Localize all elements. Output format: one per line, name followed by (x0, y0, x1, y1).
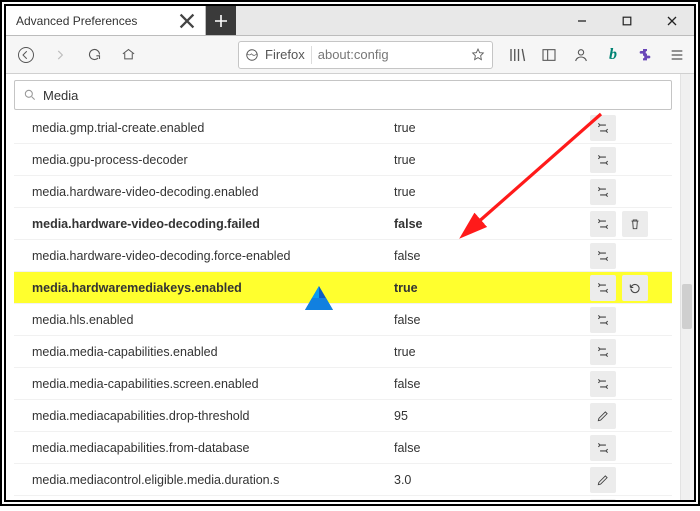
pref-name: media.hardwaremediakeys.enabled (14, 281, 394, 295)
search-query: Media (43, 88, 78, 103)
pref-value: 3.0 (394, 473, 590, 487)
bookmark-star-icon[interactable] (470, 47, 486, 63)
account-icon[interactable] (570, 44, 592, 66)
pref-name: media.gmp.trial-create.enabled (14, 121, 394, 135)
pref-row: media.hardwaremediakeys.enabledtrue (14, 272, 672, 304)
new-tab-button[interactable] (206, 6, 236, 35)
pref-row: media.hardware-video-decoding.force-enab… (14, 240, 672, 272)
pref-value: false (394, 249, 590, 263)
pref-value: 95 (394, 409, 590, 423)
pref-row: media.mediacapabilities.drop-threshold95 (14, 400, 672, 432)
extensions-icon[interactable] (634, 44, 656, 66)
scroll-thumb[interactable] (682, 284, 692, 329)
preference-list: media.gmp.trial-create.enabledtruemedia.… (14, 112, 672, 500)
pref-row: media.gpu-process-decodertrue (14, 144, 672, 176)
pref-name: media.media-capabilities.enabled (14, 345, 394, 359)
tab-title: Advanced Preferences (16, 14, 179, 28)
pref-name: media.gpu-process-decoder (14, 153, 394, 167)
pref-row: media.gmp.trial-create.enabledtrue (14, 112, 672, 144)
close-window-button[interactable] (649, 6, 694, 35)
watermark-icon (305, 286, 333, 310)
pref-value: false (394, 313, 590, 327)
title-bar: Advanced Preferences (6, 6, 694, 36)
toggle-button[interactable] (590, 307, 616, 333)
toggle-button[interactable] (590, 179, 616, 205)
pref-value: true (394, 345, 590, 359)
search-icon (23, 88, 37, 102)
url-text: about:config (318, 47, 464, 62)
bing-icon[interactable]: b (602, 44, 624, 66)
delete-button[interactable] (622, 211, 648, 237)
edit-button[interactable] (590, 499, 616, 501)
edit-button[interactable] (590, 403, 616, 429)
toggle-button[interactable] (590, 115, 616, 141)
pref-name: media.media-capabilities.screen.enabled (14, 377, 394, 391)
pref-name: media.hardware-video-decoding.failed (14, 217, 394, 231)
pref-name: media.mediacapabilities.from-database (14, 441, 394, 455)
toggle-button[interactable] (590, 339, 616, 365)
menu-button[interactable] (666, 44, 688, 66)
pref-value: true (394, 121, 590, 135)
forward-button[interactable] (46, 41, 74, 69)
search-input[interactable]: Media (14, 80, 672, 110)
firefox-icon (245, 48, 259, 62)
back-button[interactable] (12, 41, 40, 69)
pref-name: media.mediacontrol.eligible.media.durati… (14, 473, 394, 487)
edit-button[interactable] (590, 467, 616, 493)
pref-row: media.mediacontrol.eligible.media.durati… (14, 464, 672, 496)
pref-row: media.hardware-video-decoding.enabledtru… (14, 176, 672, 208)
pref-name: media.mediacapabilities.drop-threshold (14, 409, 394, 423)
library-icon[interactable] (506, 44, 528, 66)
toggle-button[interactable] (590, 243, 616, 269)
toggle-button[interactable] (590, 147, 616, 173)
identity-label: Firefox (265, 47, 305, 62)
pref-value: true (394, 185, 590, 199)
toggle-button[interactable] (590, 435, 616, 461)
pref-value: false (394, 441, 590, 455)
pref-row: media.media-capabilities.enabledtrue (14, 336, 672, 368)
pref-row: media.mediacontrol.stopcontrol.timer.ms6… (14, 496, 672, 500)
browser-tab[interactable]: Advanced Preferences (6, 6, 206, 35)
pref-value: true (394, 153, 590, 167)
pref-row: media.hardware-video-decoding.failedfals… (14, 208, 672, 240)
pref-value: true (394, 281, 590, 295)
vertical-scrollbar[interactable] (680, 74, 694, 500)
sidebar-icon[interactable] (538, 44, 560, 66)
minimize-button[interactable] (559, 6, 604, 35)
tab-close-button[interactable] (179, 13, 195, 29)
pref-row: media.hls.enabledfalse (14, 304, 672, 336)
pref-row: media.mediacapabilities.from-databasefal… (14, 432, 672, 464)
toolbar: Firefox about:config b (6, 36, 694, 74)
home-button[interactable] (114, 41, 142, 69)
reload-button[interactable] (80, 41, 108, 69)
address-bar[interactable]: Firefox about:config (238, 41, 493, 69)
pref-name: media.hardware-video-decoding.enabled (14, 185, 394, 199)
pref-name: media.hls.enabled (14, 313, 394, 327)
toggle-button[interactable] (590, 211, 616, 237)
maximize-button[interactable] (604, 6, 649, 35)
toggle-button[interactable] (590, 371, 616, 397)
pref-value: false (394, 217, 590, 231)
toggle-button[interactable] (590, 275, 616, 301)
reset-button[interactable] (622, 275, 648, 301)
pref-name: media.hardware-video-decoding.force-enab… (14, 249, 394, 263)
pref-value: false (394, 377, 590, 391)
pref-row: media.media-capabilities.screen.enabledf… (14, 368, 672, 400)
